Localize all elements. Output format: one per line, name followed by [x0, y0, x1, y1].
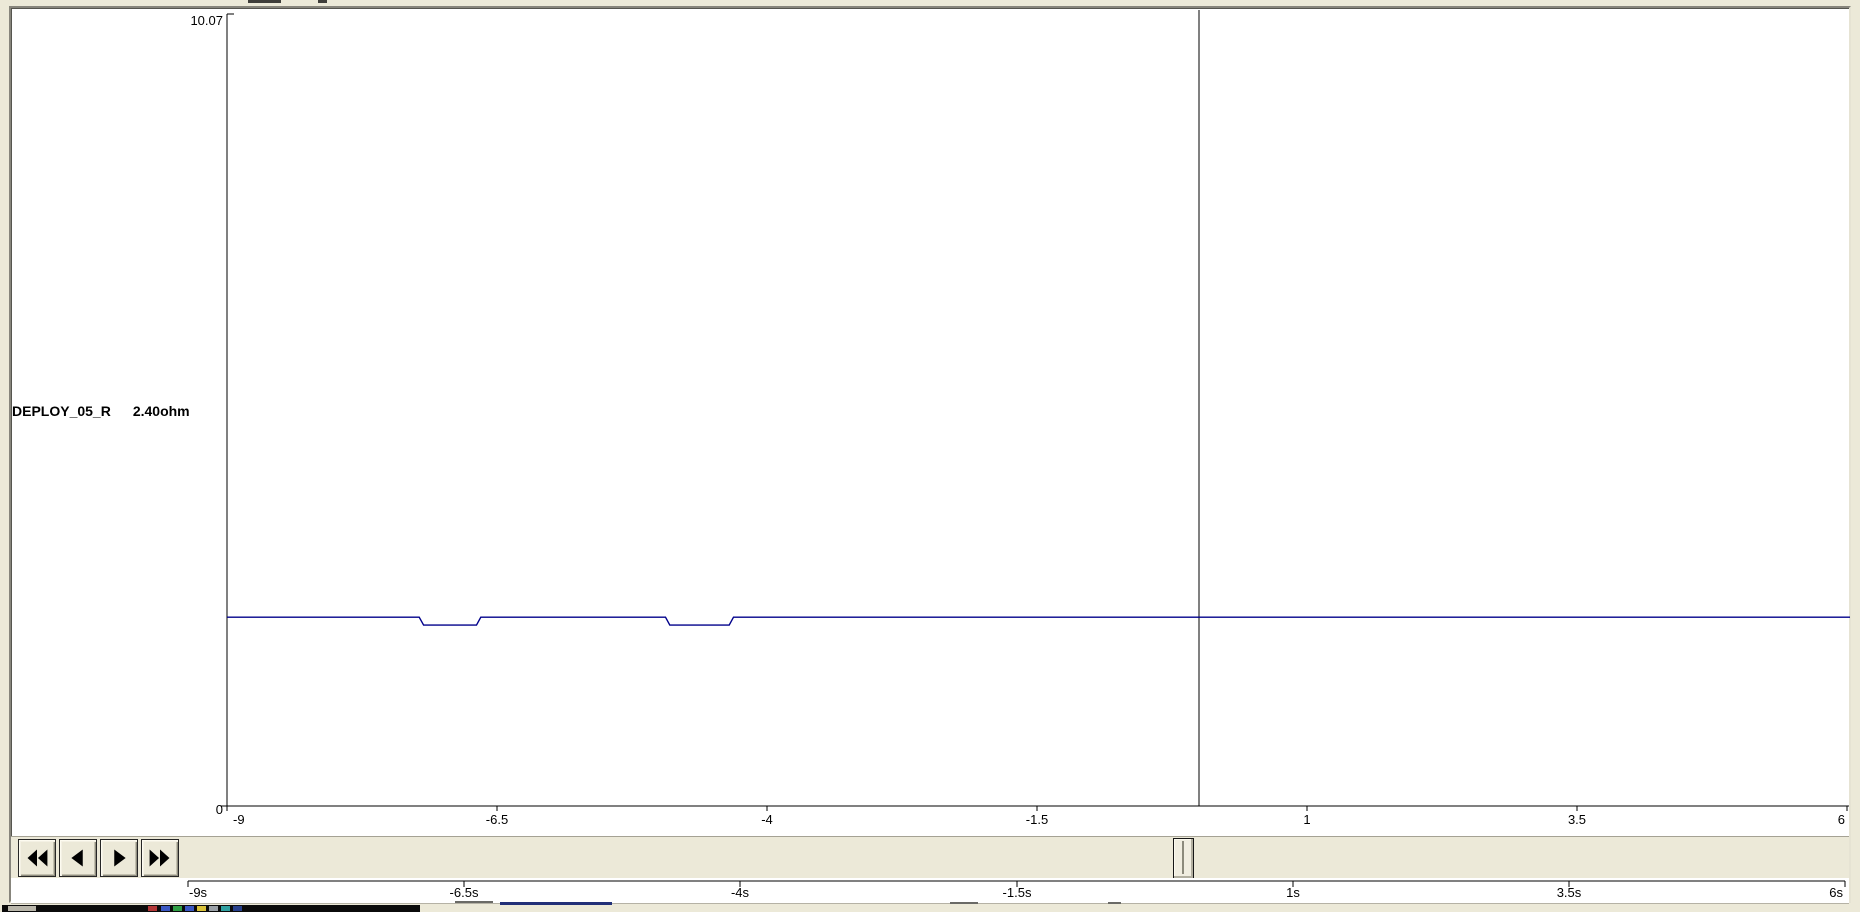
- signal-trace: [227, 617, 1850, 625]
- fast-rewind-button[interactable]: [18, 839, 56, 877]
- timeline-tick-label: -4s: [731, 885, 750, 900]
- timeline-tick-label: -6.5s: [450, 885, 479, 900]
- tray-icon-fragment: [148, 906, 157, 911]
- tray-icon-fragment: [185, 906, 194, 911]
- x-tick-label: 1: [1303, 812, 1310, 827]
- step-back-icon: [60, 840, 96, 876]
- fast-forward-icon: [142, 840, 178, 876]
- tray-icon-fragment: [161, 906, 170, 911]
- timeline-tick-label: 6s: [1829, 885, 1843, 900]
- taskbar-button-fragment: [8, 906, 36, 911]
- tray-icon-fragment: [209, 906, 218, 911]
- timeline-tick-label: 3.5s: [1557, 885, 1582, 900]
- x-tick-label: -1.5: [1026, 812, 1048, 827]
- timeline-tick-label: -9s: [189, 885, 208, 900]
- tray-icon-fragment: [173, 906, 182, 911]
- step-back-button[interactable]: [59, 839, 97, 877]
- tray-icon-fragment: [221, 906, 230, 911]
- fast-forward-button[interactable]: [141, 839, 179, 877]
- chart: 10.07 0 -9 -6.5 -4 -1.5 1 3.5 6: [0, 0, 1860, 840]
- timeline-tick-label: -1.5s: [1003, 885, 1032, 900]
- thumb-groove: [1182, 841, 1184, 874]
- x-tick-label: -4: [761, 812, 773, 827]
- x-tick-label: -9: [233, 812, 245, 827]
- tray-icon-fragment: [233, 906, 242, 911]
- step-forward-icon: [101, 840, 137, 876]
- step-forward-button[interactable]: [100, 839, 138, 877]
- cropped-window-artifact: [1108, 902, 1121, 904]
- cropped-window-artifact: [950, 902, 978, 904]
- transport-bar: [11, 836, 1849, 879]
- fast-rewind-icon: [19, 840, 55, 876]
- x-tick-label: -6.5: [486, 812, 508, 827]
- cropped-window-artifact: [500, 902, 612, 905]
- x-tick-label: 3.5: [1568, 812, 1586, 827]
- y-axis-max-label: 10.07: [190, 13, 223, 28]
- timeline-thumb[interactable]: [1173, 838, 1194, 879]
- app-window: DEPLOY_05_R 2.40ohm 10.070-9-6.5-4-1.513…: [0, 0, 1860, 912]
- timeline-ruler-layer: -9s -6.5s -4s -1.5s 1s 3.5s 6s: [0, 876, 1860, 904]
- timeline-tick-label: 1s: [1286, 885, 1300, 900]
- cropped-window-artifact: [455, 901, 493, 903]
- y-axis-min-label: 0: [216, 802, 223, 817]
- x-tick-label: 6: [1838, 812, 1845, 827]
- tray-icon-fragment: [197, 906, 206, 911]
